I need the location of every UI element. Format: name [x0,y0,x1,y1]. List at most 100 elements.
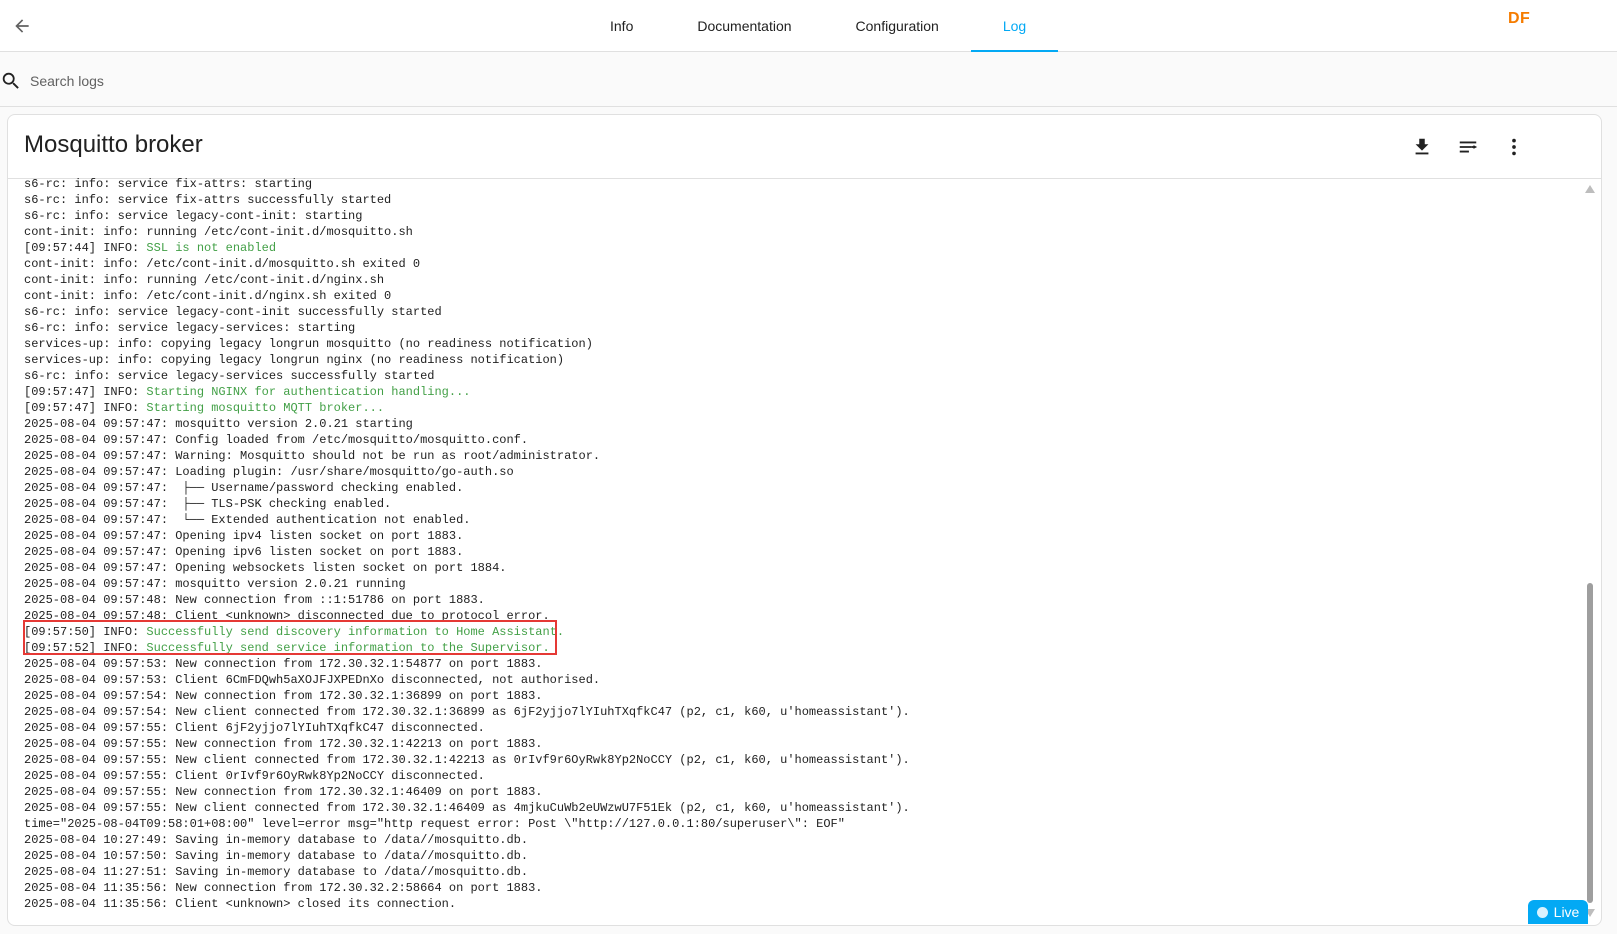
log-output: s6-rc: info: service fix-attrs: starting… [24,176,1584,925]
log-line-prefix: s6-rc: info: service fix-attrs: starting [24,177,313,191]
tab-configuration-label: Configuration [855,18,939,34]
log-line: 2025-08-04 09:57:55: New client connecte… [24,800,1584,816]
log-line-prefix: services-up: info: copying legacy longru… [24,337,593,351]
log-line: cont-init: info: /etc/cont-init.d/nginx.… [24,288,1584,304]
log-line: s6-rc: info: service legacy-cont-init su… [24,304,1584,320]
log-line: 2025-08-04 10:27:49: Saving in-memory da… [24,832,1584,848]
log-line: 2025-08-04 11:35:56: New connection from… [24,880,1584,896]
log-line-prefix: 2025-08-04 09:57:47: Opening websockets … [24,561,507,575]
log-line-prefix: 2025-08-04 09:57:48: Client <unknown> di… [24,609,550,623]
tab-documentation[interactable]: Documentation [665,0,823,52]
log-line: 2025-08-04 09:57:47: mosquitto version 2… [24,576,1584,592]
log-line-prefix: 2025-08-04 10:57:50: Saving in-memory da… [24,849,529,863]
log-line-prefix: 2025-08-04 09:57:53: Client 6CmFDQwh5aXO… [24,673,601,687]
scrollbar-thumb[interactable] [1587,583,1593,903]
search-input[interactable] [30,67,630,95]
tab-configuration[interactable]: Configuration [824,0,971,52]
log-line-prefix: 2025-08-04 09:57:55: New connection from… [24,785,543,799]
log-line-prefix: 2025-08-04 09:57:47: mosquitto version 2… [24,417,413,431]
log-line-prefix: [09:57:47] INFO: [24,385,147,399]
log-line-prefix: 2025-08-04 09:57:54: New connection from… [24,689,543,703]
log-line-prefix: cont-init: info: running /etc/cont-init.… [24,273,385,287]
log-line-prefix: 2025-08-04 09:57:47: mosquitto version 2… [24,577,406,591]
log-line-prefix: [09:57:52] INFO: [24,641,147,655]
log-line-prefix: 2025-08-04 10:27:49: Saving in-memory da… [24,833,529,847]
log-line: [09:57:47] INFO: Starting mosquitto MQTT… [24,400,1584,416]
download-button[interactable] [1406,131,1438,163]
search-icon [2,72,19,89]
log-line: services-up: info: copying legacy longru… [24,352,1584,368]
log-line-prefix: 2025-08-04 09:57:55: New client connecte… [24,801,910,815]
search-bar [0,53,1617,107]
back-button[interactable] [6,10,38,42]
log-line: s6-rc: info: service legacy-cont-init: s… [24,208,1584,224]
log-line: [09:57:47] INFO: Starting NGINX for auth… [24,384,1584,400]
log-line-message: Starting mosquitto MQTT broker... [146,401,385,415]
log-line: 2025-08-04 09:57:47: Loading plugin: /us… [24,464,1584,480]
log-line-prefix: 2025-08-04 09:57:47: └── Extended authen… [24,513,471,527]
log-line: 2025-08-04 09:57:47: Config loaded from … [24,432,1584,448]
tab-documentation-label: Documentation [697,18,792,34]
log-line-prefix: 2025-08-04 09:57:47: ├── Username/passwo… [24,481,464,495]
log-line: 2025-08-04 09:57:47: └── Extended authen… [24,512,1584,528]
log-line-prefix: 2025-08-04 11:27:51: Saving in-memory da… [24,865,529,879]
log-line: 2025-08-04 11:35:56: Client <unknown> cl… [24,896,1584,912]
user-avatar[interactable]: DF [1508,10,1530,28]
tab-info[interactable]: Info [578,0,665,52]
arrow-left-icon [15,19,29,33]
wrap-lines-button[interactable] [1452,131,1484,163]
live-button[interactable]: Live [1528,900,1588,924]
card-title: Mosquitto broker [24,131,203,158]
log-line-prefix: s6-rc: info: service legacy-cont-init: s… [24,209,363,223]
log-line-prefix: s6-rc: info: service legacy-cont-init su… [24,305,442,319]
log-line-prefix: time="2025-08-04T09:58:01+08:00" level=e… [24,817,845,831]
tab-log-label: Log [1002,18,1027,34]
log-line: 2025-08-04 09:57:48: Client <unknown> di… [24,608,1584,624]
log-line-prefix: 2025-08-04 11:35:56: New connection from… [24,881,543,895]
log-line-message: SSL is not enabled [146,241,277,255]
log-line: 2025-08-04 09:57:47: mosquitto version 2… [24,416,1584,432]
log-line: [09:57:50] INFO: Successfully send disco… [24,624,1584,640]
log-line-prefix: 2025-08-04 09:57:47: Config loaded from … [24,433,529,447]
log-line: [09:57:44] INFO: SSL is not enabled [24,240,1584,256]
log-line-prefix: 2025-08-04 09:57:47: Opening ipv4 listen… [24,529,464,543]
log-line: 2025-08-04 09:57:47: Opening ipv6 listen… [24,544,1584,560]
log-line-prefix: 2025-08-04 09:57:53: New connection from… [24,657,543,671]
log-line: 2025-08-04 09:57:55: New client connecte… [24,752,1584,768]
log-line: s6-rc: info: service legacy-services: st… [24,320,1584,336]
log-line: cont-init: info: /etc/cont-init.d/mosqui… [24,256,1584,272]
log-line-prefix: cont-init: info: running /etc/cont-init.… [24,225,413,239]
log-line: 2025-08-04 09:57:53: New connection from… [24,656,1584,672]
tab-bar: Info Documentation Configuration Log [578,0,1059,52]
log-line: s6-rc: info: service fix-attrs: starting [24,176,1584,192]
log-line-prefix: [09:57:44] INFO: [24,241,147,255]
log-line: 2025-08-04 09:57:55: New connection from… [24,736,1584,752]
log-line: 2025-08-04 09:57:55: New connection from… [24,784,1584,800]
live-label: Live [1553,904,1580,920]
log-line: 2025-08-04 09:57:47: Warning: Mosquitto … [24,448,1584,464]
log-line: s6-rc: info: service legacy-services suc… [24,368,1584,384]
log-line: services-up: info: copying legacy longru… [24,336,1584,352]
log-line-prefix: cont-init: info: /etc/cont-init.d/nginx.… [24,289,392,303]
tab-info-label: Info [610,18,634,34]
log-line-prefix: [09:57:50] INFO: [24,625,147,639]
log-line: 2025-08-04 09:57:48: New connection from… [24,592,1584,608]
log-line-message: Successfully send service information to… [146,641,550,655]
log-line-prefix: 2025-08-04 09:57:47: ├── TLS-PSK checkin… [24,497,392,511]
log-line-prefix: 2025-08-04 09:57:55: Client 6jF2yjjo7lYI… [24,721,485,735]
log-line: cont-init: info: running /etc/cont-init.… [24,272,1584,288]
log-line-prefix: s6-rc: info: service legacy-services: st… [24,321,356,335]
log-line-prefix: 2025-08-04 09:57:47: Warning: Mosquitto … [24,449,601,463]
log-line: 2025-08-04 09:57:54: New client connecte… [24,704,1584,720]
tab-log[interactable]: Log [970,0,1059,52]
log-card: Mosquitto broker s6-rc: info: service fi… [7,114,1602,926]
log-line: 2025-08-04 09:57:54: New connection from… [24,688,1584,704]
scroll-up-arrow[interactable] [1585,185,1595,193]
log-line-prefix: [09:57:47] INFO: [24,401,147,415]
log-line-prefix: services-up: info: copying legacy longru… [24,353,565,367]
more-options-button[interactable] [1498,131,1530,163]
log-line: 2025-08-04 09:57:47: Opening websockets … [24,560,1584,576]
card-header: Mosquitto broker [8,115,1601,179]
log-line: 2025-08-04 09:57:47: ├── TLS-PSK checkin… [24,496,1584,512]
log-line-prefix: cont-init: info: /etc/cont-init.d/mosqui… [24,257,421,271]
